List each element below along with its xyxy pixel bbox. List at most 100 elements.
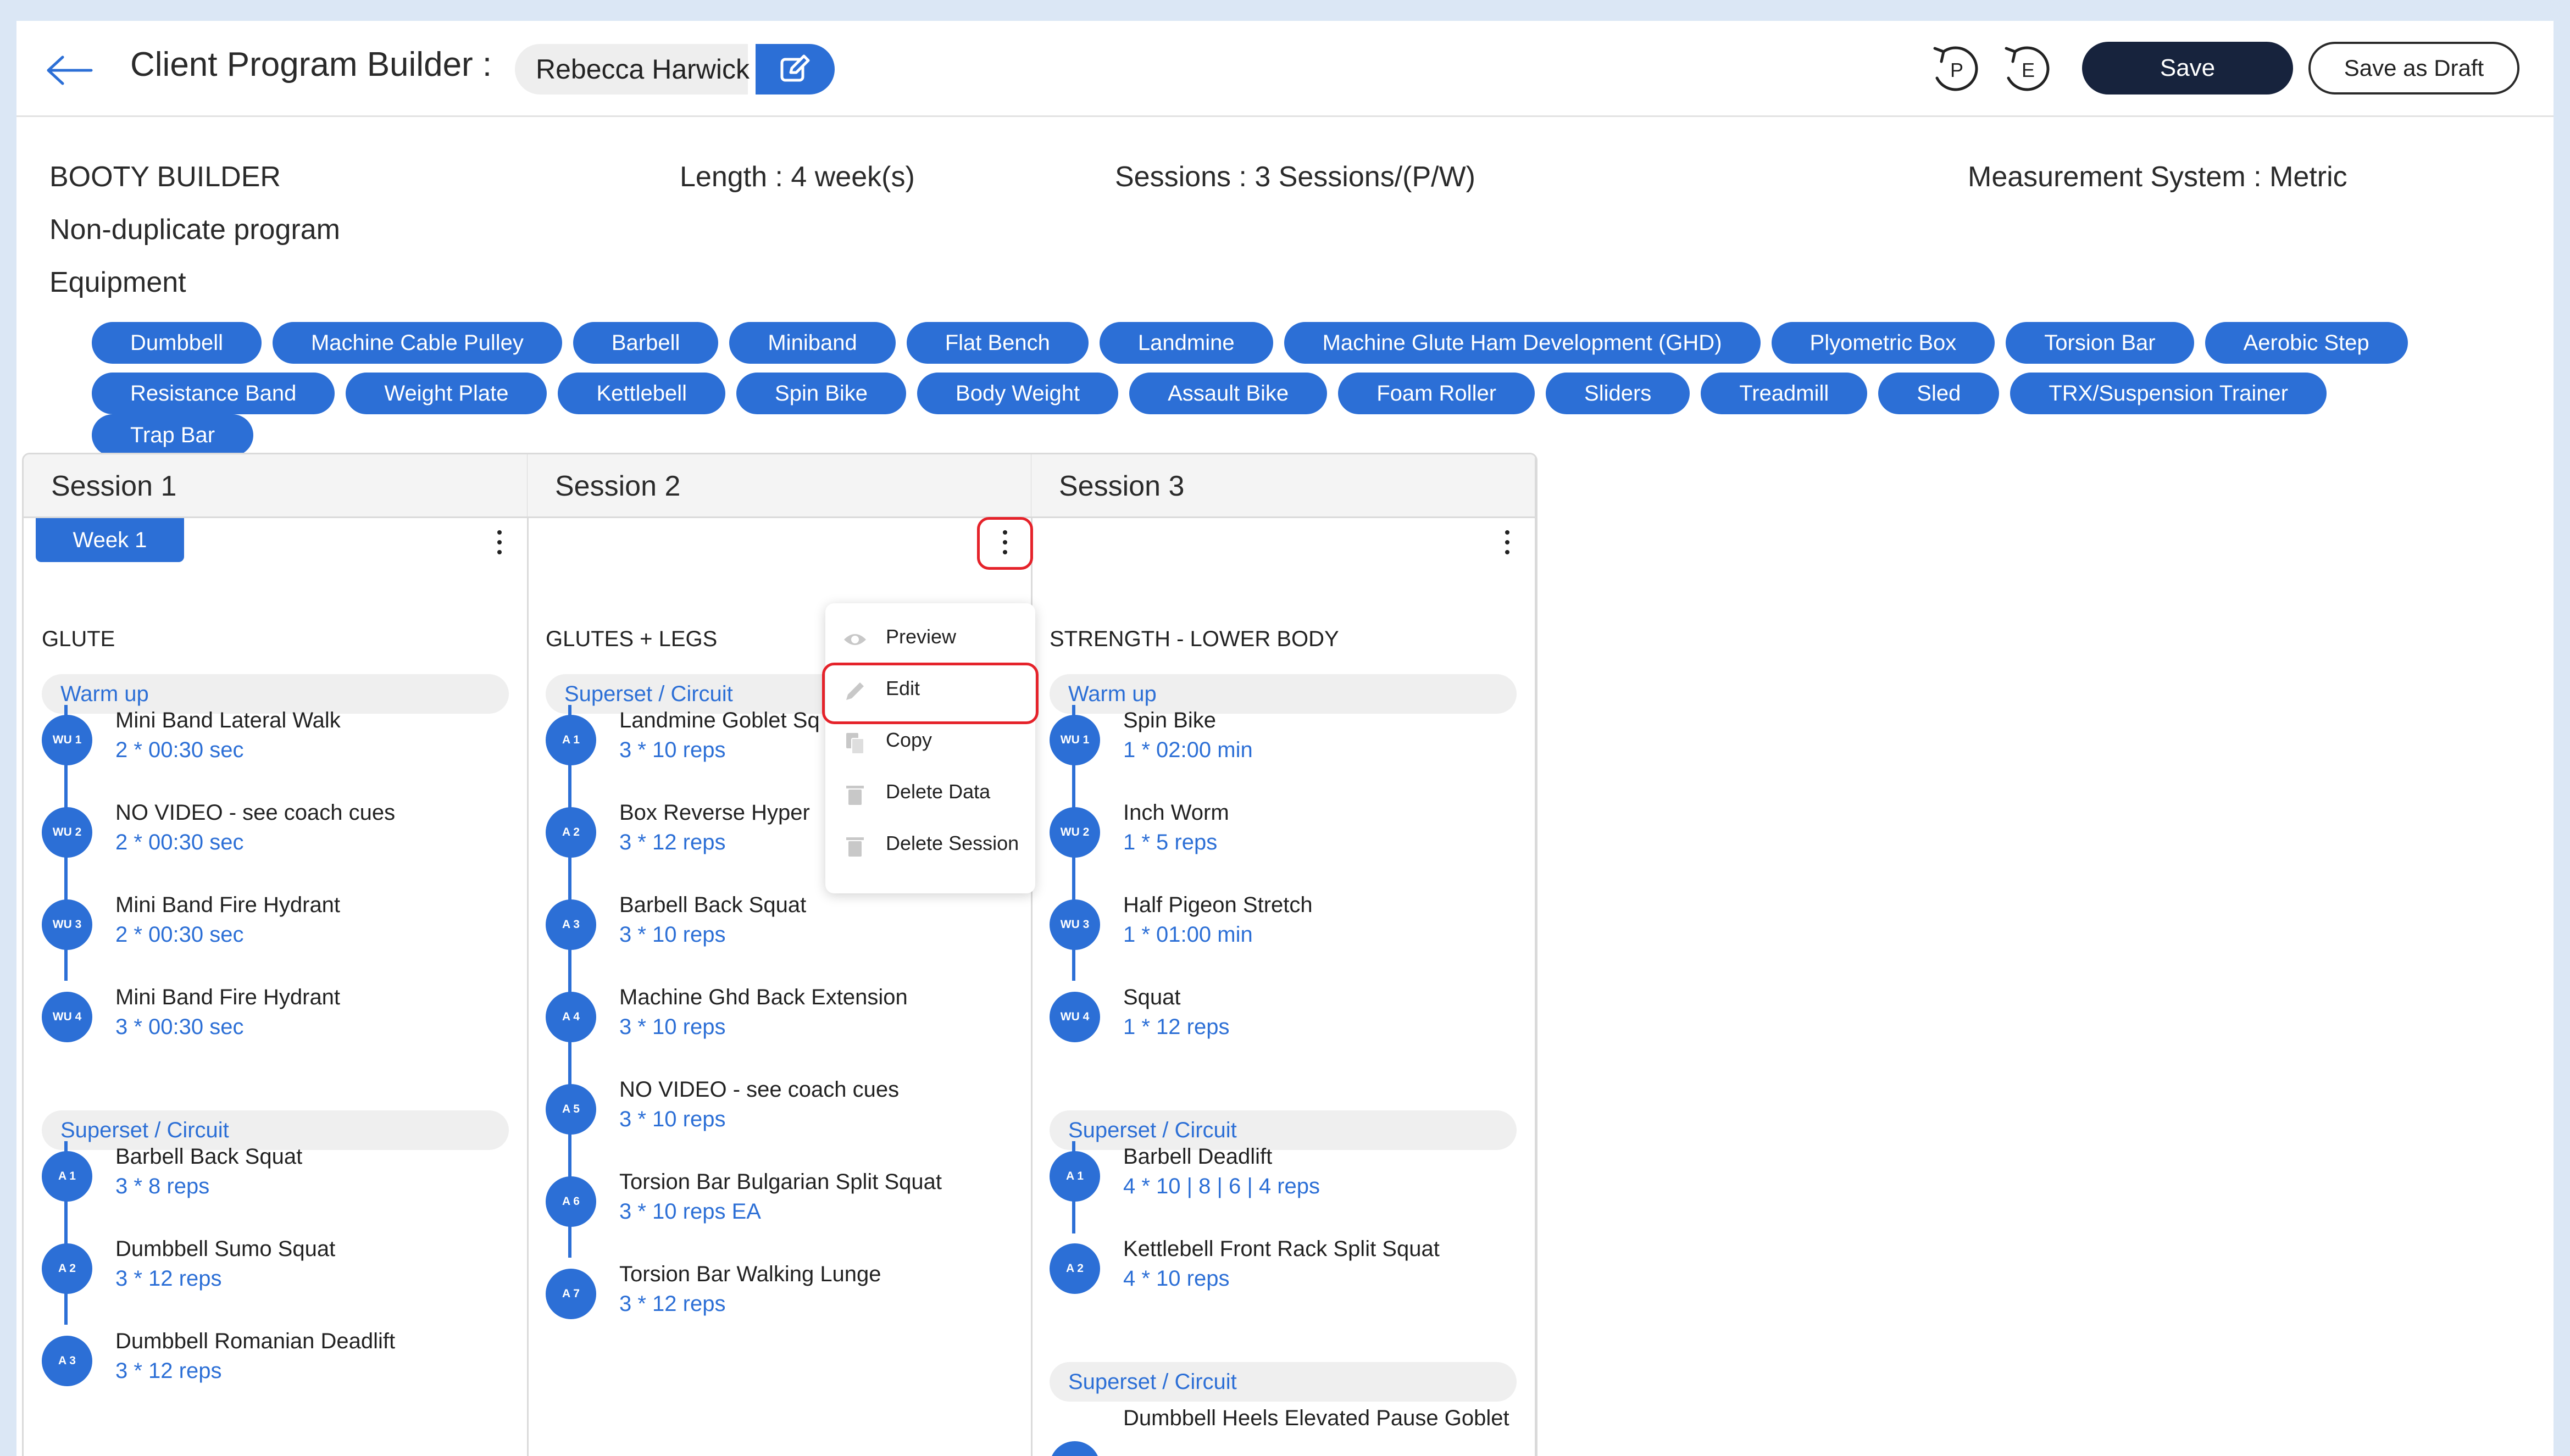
menu-item-delete-session[interactable]: Delete Session [825,821,1035,870]
exercise-item[interactable]: A 1 Barbell Deadlift 4 * 10 | 8 | 6 | 4 re… [1050,1141,1522,1207]
program-builder-window: Client Program Builder : Rebecca Harwick… [16,21,2554,1456]
exercise-item[interactable]: A 5 NO VIDEO - see coach cues 3 * 10 reps [546,1074,1018,1140]
session-header: Session 1 [24,454,527,518]
exercise-code-badge: A 2 [546,807,596,858]
exercise-name: Dumbbell Romanian Deadlift [115,1329,396,1353]
save-button[interactable]: Save [2082,42,2293,95]
equipment-chip: Machine Glute Ham Development (GHD) [1284,322,1761,364]
equipment-chip: Sliders [1546,373,1690,414]
menu-item-delete-data[interactable]: Delete Data [825,769,1035,819]
exercise-detail: 3 * 10 reps [619,1015,726,1039]
exercise-name: Torsion Bar Walking Lunge [619,1262,881,1286]
exercise-code-badge: WU 1 [1050,715,1100,765]
client-name-field[interactable]: Rebecca Harwick [515,44,750,95]
exercise-code-badge: A 3 [546,899,596,950]
exercise-code-badge: A 1 [546,715,596,765]
exercise-detail: 2 * 00:30 sec [115,738,244,762]
menu-item-copy[interactable]: Copy [825,718,1035,767]
edit-icon [780,54,810,82]
week-tab[interactable]: Week 1 [36,518,184,562]
equipment-chip: Trap Bar [92,414,254,456]
exercise-item[interactable]: WU 3 Mini Band Fire Hydrant 2 * 00:30 sec [42,890,514,955]
measurement-system: Measurement System : Metric [1968,161,2347,193]
history-e-letter: E [2022,59,2035,81]
exercise-detail: 1 * 5 reps [1123,830,1218,854]
exercise-detail: 3 * 12 reps [619,1292,726,1316]
exercise-detail: 3 * 12 reps [619,830,726,854]
equipment-chip: Resistance Band [92,373,335,414]
exercise-code-badge: A 3 [42,1336,92,1386]
exercise-name: Landmine Goblet Sq [619,708,820,732]
menu-item-label: Delete Data [886,780,991,803]
exercise-detail: 3 * 8 reps [115,1174,210,1198]
history-e-icon[interactable]: E [1999,40,2056,97]
menu-item-preview[interactable]: Preview [825,614,1035,664]
exercise-code-badge: A 6 [546,1176,596,1227]
exercise-item[interactable]: A 6 Torsion Bar Bulgarian Split Squat 3 * … [546,1166,1018,1232]
section-header-superset[interactable]: Superset / Circuit [1050,1362,1517,1402]
exercise-name: Mini Band Fire Hydrant [115,985,341,1009]
exercise-item[interactable]: WU 4 Mini Band Fire Hydrant 3 * 00:30 sec [42,982,514,1048]
equipment-chip: Treadmill [1701,373,1868,414]
exercise-code-badge: A 7 [546,1269,596,1319]
back-arrow-icon[interactable] [44,54,93,87]
exercise-item[interactable]: A 4 Machine Ghd Back Extension 3 * 10 reps [546,982,1018,1048]
menu-item-label: Preview [886,625,957,648]
menu-item-label: Delete Session [886,832,1019,854]
exercise-code-badge: A 1 [1050,1151,1100,1202]
exercise-item[interactable]: A 2 Kettlebell Front Rack Split Squat 4 * … [1050,1233,1522,1299]
exercise-name: NO VIDEO - see coach cues [115,801,396,825]
equipment-chip: Dumbbell [92,322,262,364]
exercise-item[interactable]: A 1 Barbell Back Squat 3 * 8 reps [42,1141,514,1207]
exercise-name: Mini Band Fire Hydrant [115,893,341,917]
exercise-code-badge: A 4 [546,992,596,1042]
exercise-item[interactable]: WU 2 Inch Worm 1 * 5 reps [1050,797,1522,863]
exercise-name: Spin Bike [1123,708,1216,732]
eye-icon [844,634,866,645]
exercise-item[interactable]: WU 1 Mini Band Lateral Walk 2 * 00:30 sec [42,705,514,771]
exercise-name: Torsion Bar Bulgarian Split Squat [619,1170,942,1194]
exercise-detail: 3 * 10 reps [619,738,726,762]
equipment-chip-row-1: Dumbbell Machine Cable Pulley Barbell Minib… [92,322,2510,364]
history-p-letter: P [1950,59,1963,81]
page-title: Client Program Builder : [130,46,492,84]
equipment-chip: Assault Bike [1129,373,1328,414]
exercise-item[interactable]: WU 1 Spin Bike 1 * 02:00 min [1050,705,1522,771]
exercise-name: Dumbbell Sumo Squat [115,1237,336,1261]
exercise-item[interactable]: A 3 Barbell Back Squat 3 * 10 reps [546,890,1018,955]
equipment-chip: Kettlebell [558,373,726,414]
trash-icon [846,837,864,857]
more-options-highlight [977,517,1033,570]
session-header: Session 2 [528,454,1031,518]
session-column-3: Session 3 STRENGTH - LOWER BODY Warm up … [1031,454,1536,1456]
session-title: GLUTE [42,627,115,651]
more-options-icon[interactable] [1496,527,1518,560]
exercise-detail: 3 * 12 reps [115,1266,222,1291]
exercise-detail: 1 * 01:00 min [1123,922,1253,947]
exercise-item[interactable]: A 7 Torsion Bar Walking Lunge 3 * 12 reps [546,1259,1018,1325]
more-options-icon[interactable] [489,527,510,560]
exercise-name: Squat [1123,985,1181,1009]
session-header: Session 3 [1031,454,1535,518]
exercise-item[interactable]: WU 2 NO VIDEO - see coach cues 2 * 00:30 s… [42,797,514,863]
equipment-heading: Equipment [49,266,186,298]
exercise-code-badge: WU 1 [42,715,92,765]
exercise-detail: 2 * 00:30 sec [115,922,244,947]
exercise-code-badge: WU 3 [1050,899,1100,950]
exercise-detail: 4 * 10 reps [1123,1266,1230,1291]
exercise-name: Barbell Deadlift [1123,1144,1273,1169]
exercise-name: Half Pigeon Stretch [1123,893,1313,917]
exercise-item[interactable]: A 2 Dumbbell Sumo Squat 3 * 12 reps [42,1233,514,1299]
equipment-chip-row-2: Resistance Band Weight Plate Kettlebell Spi… [92,373,2510,456]
edit-client-button[interactable] [756,44,835,95]
history-p-icon[interactable]: P [1927,40,1984,97]
exercise-item[interactable]: WU 3 Half Pigeon Stretch 1 * 01:00 min [1050,890,1522,955]
exercise-code-badge [1050,1441,1100,1456]
exercise-item[interactable]: A 3 Dumbbell Romanian Deadlift 3 * 12 reps [42,1326,514,1392]
equipment-chip: Miniband [729,322,896,364]
exercise-item[interactable]: WU 4 Squat 1 * 12 reps [1050,982,1522,1048]
save-as-draft-button[interactable]: Save as Draft [2308,42,2519,95]
exercise-name: Dumbbell Heels Elevated Pause Goblet [1123,1406,1509,1430]
program-name: BOOTY BUILDER [49,161,281,193]
exercise-item[interactable]: Dumbbell Heels Elevated Pause Goblet [1050,1403,1522,1456]
